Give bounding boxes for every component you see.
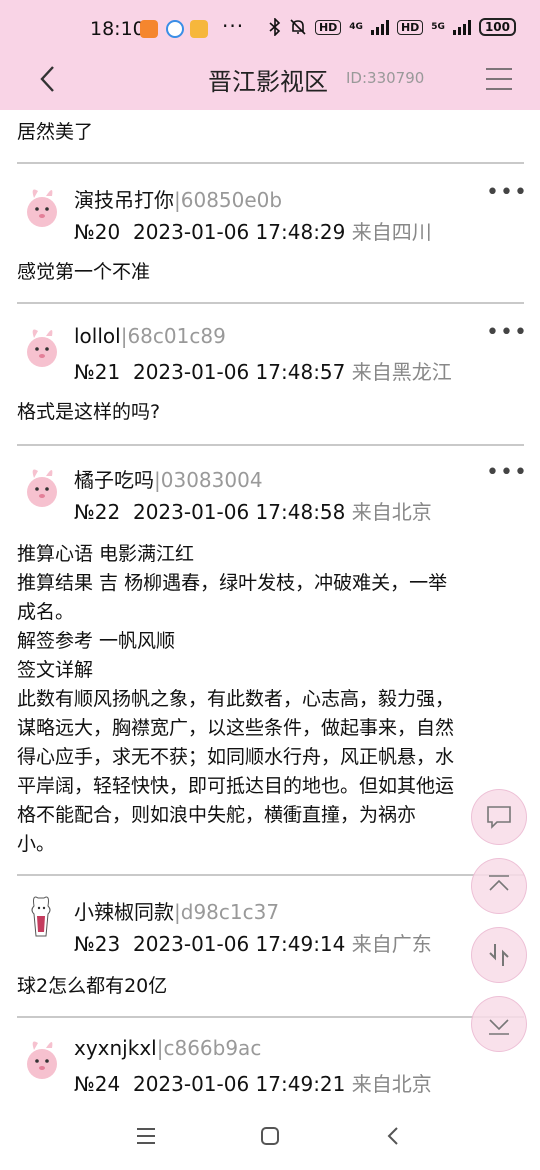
post-time: 2023-01-06 17:49:14: [132, 932, 346, 956]
avatar[interactable]: [20, 1034, 64, 1084]
battery-indicator: 100: [478, 18, 516, 36]
post-body-line: 推算结果 吉 杨柳遇春，绿叶发枝，冲破难关，一举: [17, 572, 448, 594]
post-time: 2023-01-06 17:48:29: [132, 220, 346, 244]
status-bar: 18:10 ··· HD 4G HD 5G 100: [0, 12, 540, 46]
post-meta: №20 2023-01-06 17:48:29 来自四川: [74, 216, 432, 245]
floor-number: №23: [74, 932, 121, 956]
header: 18:10 ··· HD 4G HD 5G 100 晋江影视区 ID:33079: [0, 0, 540, 110]
hd-badge: HD: [314, 19, 342, 35]
post-body-line: 此数有顺风扬帆之象，有此数者，心志高，毅力强，: [17, 688, 455, 710]
back-icon[interactable]: [34, 64, 64, 94]
avatar[interactable]: [20, 182, 64, 232]
post-location: 来自北京: [351, 1072, 432, 1096]
nav-menu-icon[interactable]: [134, 1124, 158, 1148]
notes-app-icon: [190, 20, 208, 38]
divider: [17, 444, 524, 446]
menu-icon[interactable]: [484, 66, 514, 92]
divider: [17, 874, 524, 876]
more-icon[interactable]: •••: [486, 460, 528, 485]
status-time: 18:10: [90, 18, 145, 40]
post-time: 2023-01-06 17:48:58: [132, 500, 346, 524]
signal-icon: [370, 19, 389, 35]
post-body-line: 签文详解: [17, 659, 94, 681]
avatar[interactable]: [20, 892, 64, 942]
post-body-line: 推算心语 电影满江红: [17, 543, 195, 565]
post-location: 来自广东: [351, 932, 432, 956]
post-body-line: 居然美了: [17, 121, 94, 143]
post-body-line: 解签参考 一帆风顺: [17, 630, 176, 652]
username[interactable]: 橘子吃吗|03083004: [74, 464, 263, 493]
floor-number: №20: [74, 220, 121, 244]
post-meta: №23 2023-01-06 17:49:14 来自广东: [74, 928, 432, 957]
navbar: 晋江影视区 ID:330790: [0, 56, 540, 102]
floor-number: №21: [74, 360, 121, 384]
comment-button[interactable]: [471, 789, 527, 845]
username[interactable]: 小辣椒同款|d98c1c37: [74, 896, 279, 925]
bluetooth-icon: [269, 18, 281, 36]
divider: [17, 162, 524, 164]
post-body: 球2怎么都有20亿: [17, 972, 523, 1001]
scroll-top-icon: [489, 875, 509, 891]
post-body-line: 成名。: [17, 601, 75, 623]
post-location: 来自北京: [351, 500, 432, 524]
signal-icon-2: [452, 19, 471, 35]
system-nav-bar: [0, 1110, 540, 1170]
refresh-icon: [489, 944, 509, 966]
post-body: 感觉第一个不准: [17, 258, 523, 287]
post-body: 居然美了: [17, 118, 523, 147]
post-body-line: 得心应手，求无不获；如同顺水行舟，风正帆悬，水: [17, 746, 455, 768]
post-body-line: 格式是这样的吗?: [17, 401, 161, 423]
page-title: 晋江影视区: [208, 68, 328, 96]
scroll-top-button[interactable]: [471, 858, 527, 914]
scroll-bottom-icon: [489, 1019, 509, 1035]
mute-bell-icon: [290, 19, 306, 35]
post-body-line: 小。: [17, 833, 56, 855]
post-time: 2023-01-06 17:48:57: [132, 360, 346, 384]
nav-home-icon[interactable]: [258, 1124, 282, 1148]
avatar[interactable]: [20, 322, 64, 372]
username[interactable]: 演技吊打你|60850e0b: [74, 184, 282, 213]
avatar[interactable]: [20, 462, 64, 512]
net-5g-label: 5G: [431, 22, 445, 32]
floor-number: №24: [74, 1072, 121, 1096]
post-body: 推算心语 电影满江红 推算结果 吉 杨柳遇春，绿叶发枝，冲破难关，一举 成名。 …: [17, 540, 523, 859]
nav-back-icon[interactable]: [382, 1124, 406, 1148]
more-icon[interactable]: •••: [486, 180, 528, 205]
post-body-line: 格不能配合，则如浪中失舵，横衝直撞，为祸亦: [17, 804, 417, 826]
refresh-button[interactable]: [471, 927, 527, 983]
post-meta: №22 2023-01-06 17:48:58 来自北京: [74, 496, 432, 525]
post-location: 来自黑龙江: [351, 360, 452, 384]
divider: [17, 302, 524, 304]
scroll-bottom-button[interactable]: [471, 996, 527, 1052]
post-time: 2023-01-06 17:49:21: [132, 1072, 346, 1096]
mi-app-icon: [140, 20, 158, 38]
status-right: HD 4G HD 5G 100: [269, 18, 516, 36]
browser-app-icon: [166, 20, 184, 38]
post-body-line: 感觉第一个不准: [17, 261, 151, 283]
status-more-icon: ···: [222, 14, 245, 38]
post-body: 格式是这样的吗?: [17, 398, 523, 427]
post-body-line: 谋略远大，胸襟宽广，以这些条件，做起事来，自然: [17, 717, 455, 739]
divider: [17, 1016, 524, 1018]
post-body-line: 球2怎么都有20亿: [17, 975, 168, 997]
board-id: ID:330790: [346, 69, 425, 87]
net-4g-label: 4G: [349, 22, 363, 32]
username[interactable]: xyxnjkxl|c866b9ac: [74, 1036, 261, 1060]
comment-icon: [487, 806, 511, 829]
post-body-line: 平岸阔，轻轻快快，即可抵达目的地也。但如其他运: [17, 775, 455, 797]
post-meta: №24 2023-01-06 17:49:21 来自北京: [74, 1068, 432, 1097]
username[interactable]: lollol|68c01c89: [74, 324, 226, 348]
more-icon[interactable]: •••: [486, 320, 528, 345]
post-meta: №21 2023-01-06 17:48:57 来自黑龙江: [74, 356, 452, 385]
post-location: 来自四川: [351, 220, 432, 244]
floor-number: №22: [74, 500, 121, 524]
hd-badge-2: HD: [396, 19, 424, 35]
